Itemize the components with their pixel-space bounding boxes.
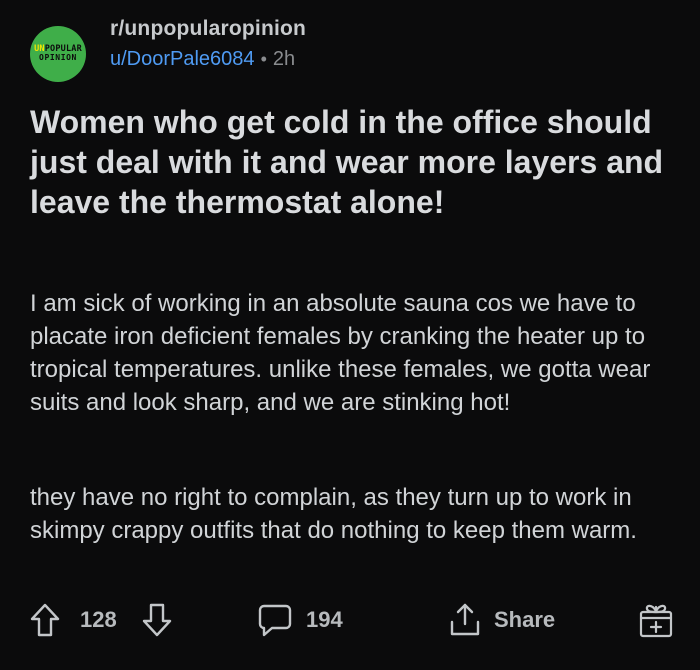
action-bar: 128 194 Share xyxy=(30,596,675,644)
share-button[interactable]: Share xyxy=(448,596,555,644)
comment-count: 194 xyxy=(306,607,343,632)
post-paragraph-2: they have no right to complain, as they … xyxy=(30,484,637,544)
post-age: 2h xyxy=(272,48,296,70)
avatar-line-2: OPINION xyxy=(39,53,77,63)
arrow-down-icon[interactable] xyxy=(142,603,172,637)
author-link[interactable]: u/DoorPale6084 xyxy=(110,48,255,70)
upvote-button[interactable] xyxy=(30,596,60,644)
vote-count-wrap: 128 xyxy=(80,596,117,644)
post-title: Women who get cold in the office should … xyxy=(30,104,664,220)
meta-separator: • xyxy=(260,49,267,69)
vote-count: 128 xyxy=(80,607,117,632)
comment-bubble-icon xyxy=(258,602,292,638)
gift-award-icon xyxy=(638,601,674,639)
post-header: UNPOPULAR OPINION r/unpopularopinion u/D… xyxy=(30,16,670,82)
subreddit-name[interactable]: r/unpopularopinion xyxy=(110,17,306,41)
share-icon xyxy=(448,602,482,638)
arrow-up-icon[interactable] xyxy=(30,603,60,637)
comments-button[interactable]: 194 xyxy=(258,596,343,644)
subreddit-avatar[interactable]: UNPOPULAR OPINION xyxy=(30,26,86,82)
post-paragraph-1: I am sick of working in an absolute saun… xyxy=(30,290,651,416)
share-label: Share xyxy=(494,607,556,632)
downvote-button[interactable] xyxy=(142,596,172,644)
award-button[interactable] xyxy=(638,596,674,644)
post-meta: u/DoorPale6084 • 2h xyxy=(110,48,295,71)
